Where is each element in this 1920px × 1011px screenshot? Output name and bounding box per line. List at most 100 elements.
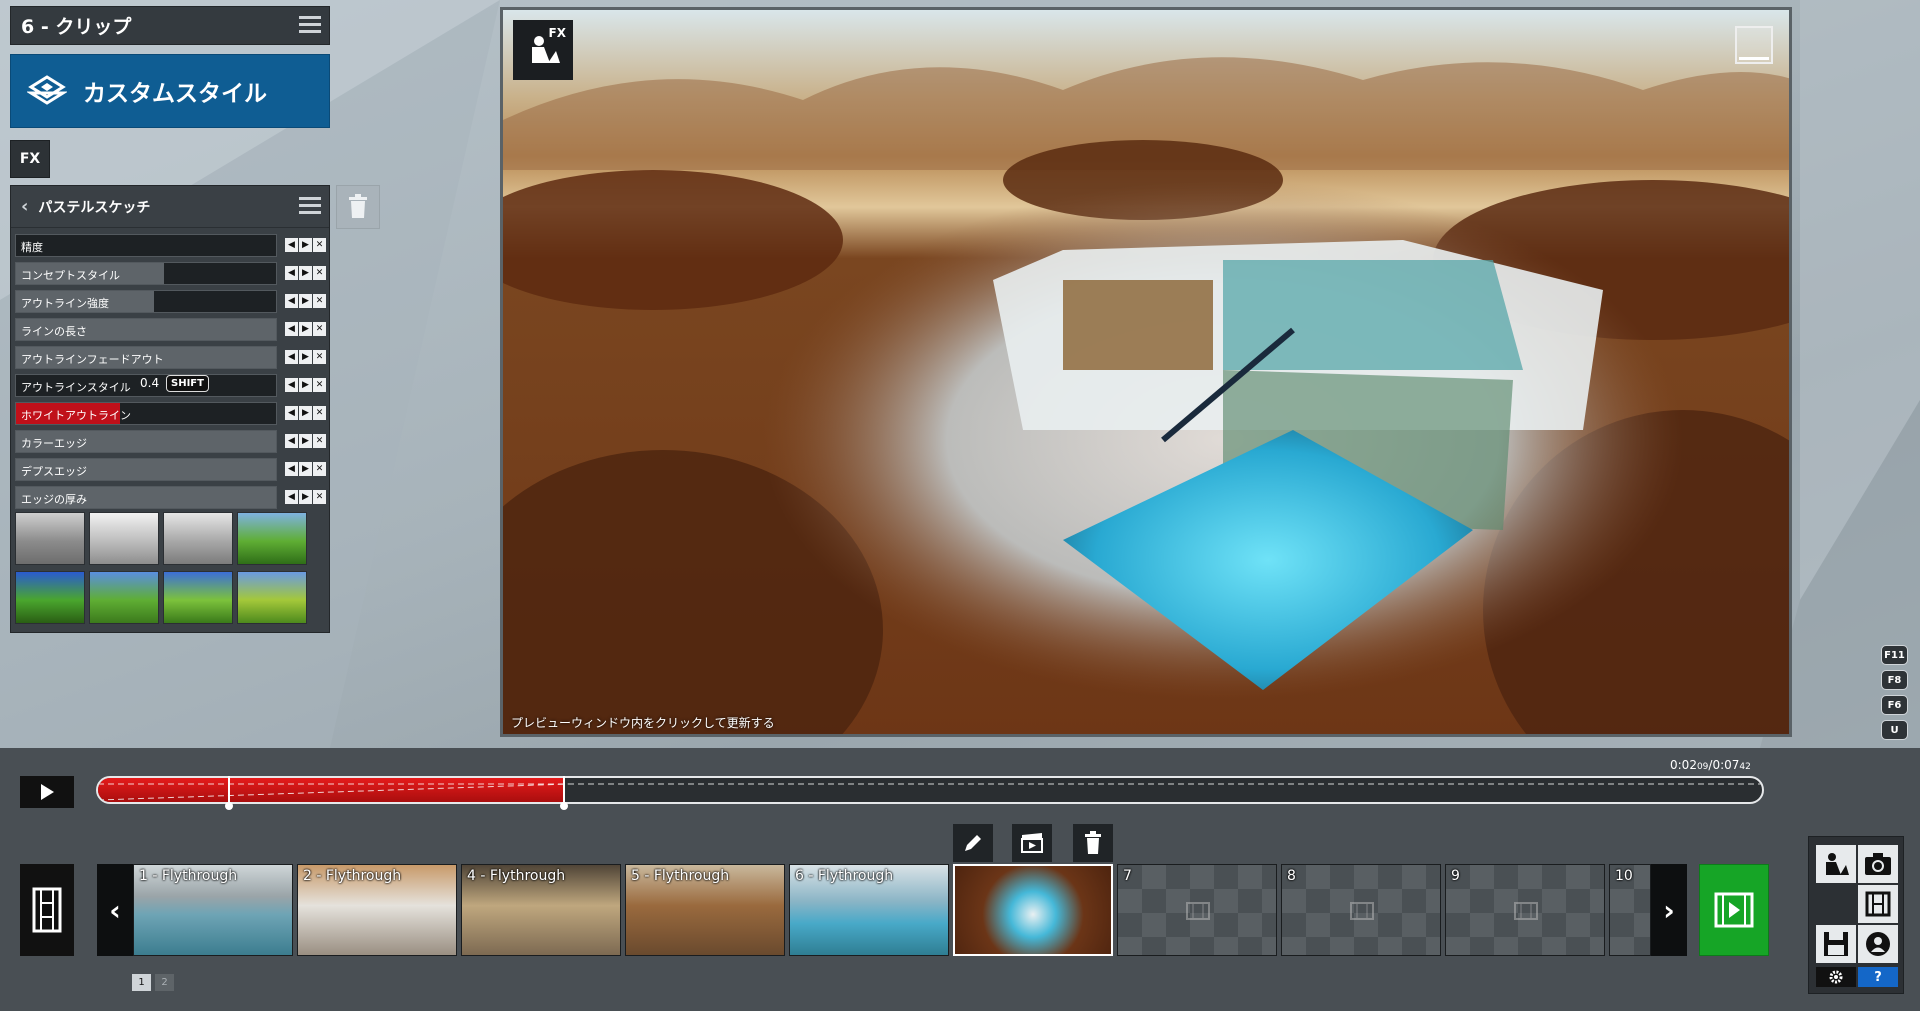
increase-button[interactable]: ▶: [299, 490, 312, 504]
movie-mode-button[interactable]: [20, 864, 74, 956]
decrease-button[interactable]: ◀: [285, 462, 298, 476]
reset-button[interactable]: ✕: [313, 462, 326, 476]
video-mode-button[interactable]: [1858, 885, 1898, 923]
fx-mode-button[interactable]: [1816, 845, 1856, 883]
effect-param-slider[interactable]: コンセプトスタイル: [15, 262, 277, 285]
reset-button[interactable]: ✕: [313, 378, 326, 392]
time-current-frames: 09: [1696, 762, 1709, 772]
clip-thumb-empty[interactable]: 10: [1609, 864, 1651, 956]
preset-thumb[interactable]: [163, 512, 233, 565]
clips-prev-button[interactable]: ‹: [97, 864, 133, 956]
fullscreen-button[interactable]: [1735, 26, 1773, 64]
decrease-button[interactable]: ◀: [285, 378, 298, 392]
preset-thumb[interactable]: [89, 571, 159, 624]
edit-clip-button[interactable]: [953, 824, 993, 862]
clip-thumb-selected[interactable]: [953, 864, 1113, 956]
fx-tab[interactable]: FX: [10, 140, 50, 178]
increase-button[interactable]: ▶: [299, 378, 312, 392]
decrease-button[interactable]: ◀: [285, 406, 298, 420]
play-button[interactable]: [20, 776, 74, 808]
custom-style-banner[interactable]: カスタムスタイル: [10, 54, 330, 128]
effect-param-slider[interactable]: アウトライン強度: [15, 290, 277, 313]
reset-button[interactable]: ✕: [313, 350, 326, 364]
decrease-button[interactable]: ◀: [285, 322, 298, 336]
decrease-button[interactable]: ◀: [285, 350, 298, 364]
clip-thumb[interactable]: 4 - Flythrough: [461, 864, 621, 956]
reset-button[interactable]: ✕: [313, 266, 326, 280]
effect-param-slider[interactable]: 精度: [15, 234, 277, 257]
effect-param-slider[interactable]: アウトラインフェードアウト: [15, 346, 277, 369]
preset-thumb[interactable]: [163, 571, 233, 624]
clip-thumb-empty[interactable]: 8: [1281, 864, 1441, 956]
page-button[interactable]: 2: [155, 974, 174, 991]
fx-preview-badge[interactable]: FX: [513, 20, 573, 80]
gear-icon: [1829, 970, 1843, 984]
delete-effect-button[interactable]: [336, 185, 380, 229]
clip-thumb-empty[interactable]: 9: [1445, 864, 1605, 956]
effect-param-slider[interactable]: ラインの長さ: [15, 318, 277, 341]
trash-icon: [349, 194, 367, 218]
fx-badge-label: FX: [548, 26, 566, 40]
hotkey-badge[interactable]: F11: [1881, 645, 1908, 665]
hotkey-badge[interactable]: F6: [1881, 695, 1908, 715]
preset-thumb[interactable]: [15, 512, 85, 565]
decrease-button[interactable]: ◀: [285, 238, 298, 252]
increase-button[interactable]: ▶: [299, 434, 312, 448]
increase-button[interactable]: ▶: [299, 294, 312, 308]
reset-button[interactable]: ✕: [313, 406, 326, 420]
clip-thumb-empty[interactable]: 7: [1117, 864, 1277, 956]
page-button-active[interactable]: 1: [132, 974, 151, 991]
clip-menu-button[interactable]: [299, 16, 321, 36]
panorama-icon: [1866, 932, 1890, 956]
clip-thumb[interactable]: 1 - Flythrough: [133, 864, 293, 956]
increase-button[interactable]: ▶: [299, 350, 312, 364]
help-button[interactable]: ?: [1858, 967, 1898, 987]
reset-button[interactable]: ✕: [313, 294, 326, 308]
decrease-button[interactable]: ◀: [285, 266, 298, 280]
settings-button[interactable]: [1816, 967, 1856, 987]
preset-thumb[interactable]: [237, 571, 307, 624]
effect-param-slider[interactable]: デプスエッジ: [15, 458, 277, 481]
reset-button[interactable]: ✕: [313, 490, 326, 504]
increase-button[interactable]: ▶: [299, 238, 312, 252]
decrease-button[interactable]: ◀: [285, 294, 298, 308]
increase-button[interactable]: ▶: [299, 406, 312, 420]
increase-button[interactable]: ▶: [299, 322, 312, 336]
decrease-button[interactable]: ◀: [285, 490, 298, 504]
trash-icon: [1085, 831, 1101, 854]
hotkey-badge[interactable]: U: [1881, 720, 1908, 740]
preset-thumb[interactable]: [89, 512, 159, 565]
render-video-button[interactable]: [1699, 864, 1769, 956]
increase-button[interactable]: ▶: [299, 462, 312, 476]
reset-button[interactable]: ✕: [313, 434, 326, 448]
film-placeholder-icon: [1514, 902, 1538, 920]
preset-thumb[interactable]: [237, 512, 307, 565]
back-chevron-icon[interactable]: ‹: [21, 196, 28, 217]
clip-settings-button[interactable]: [1012, 824, 1052, 862]
effect-param-slider[interactable]: ホワイトアウトライン: [15, 402, 277, 425]
effect-param-slider[interactable]: カラーエッジ: [15, 430, 277, 453]
reset-button[interactable]: ✕: [313, 238, 326, 252]
clips-next-button[interactable]: ›: [1651, 864, 1687, 956]
save-button[interactable]: [1816, 925, 1856, 963]
effect-param-slider[interactable]: エッジの厚み: [15, 486, 277, 509]
preset-thumb[interactable]: [15, 571, 85, 624]
timeline-playhead[interactable]: [560, 776, 569, 810]
clip-thumb[interactable]: 5 - Flythrough: [625, 864, 785, 956]
clip-thumb[interactable]: 6 - Flythrough: [789, 864, 949, 956]
photo-mode-button[interactable]: [1858, 845, 1898, 883]
preview-render: [503, 10, 1789, 734]
clip-thumb[interactable]: 2 - Flythrough: [297, 864, 457, 956]
increase-button[interactable]: ▶: [299, 266, 312, 280]
effect-menu-button[interactable]: [299, 197, 321, 217]
hotkey-badge[interactable]: F8: [1881, 670, 1908, 690]
play-film-icon: [1714, 892, 1754, 928]
timeline-track[interactable]: [96, 776, 1764, 804]
preview-window[interactable]: FX プレビューウィンドウ内をクリックして更新する: [500, 7, 1792, 737]
decrease-button[interactable]: ◀: [285, 434, 298, 448]
panorama-mode-button[interactable]: [1858, 925, 1898, 963]
time-total-frames: 42: [1739, 762, 1751, 772]
timeline-keyframe-marker[interactable]: [225, 776, 233, 810]
delete-clip-button[interactable]: [1073, 824, 1113, 862]
reset-button[interactable]: ✕: [313, 322, 326, 336]
